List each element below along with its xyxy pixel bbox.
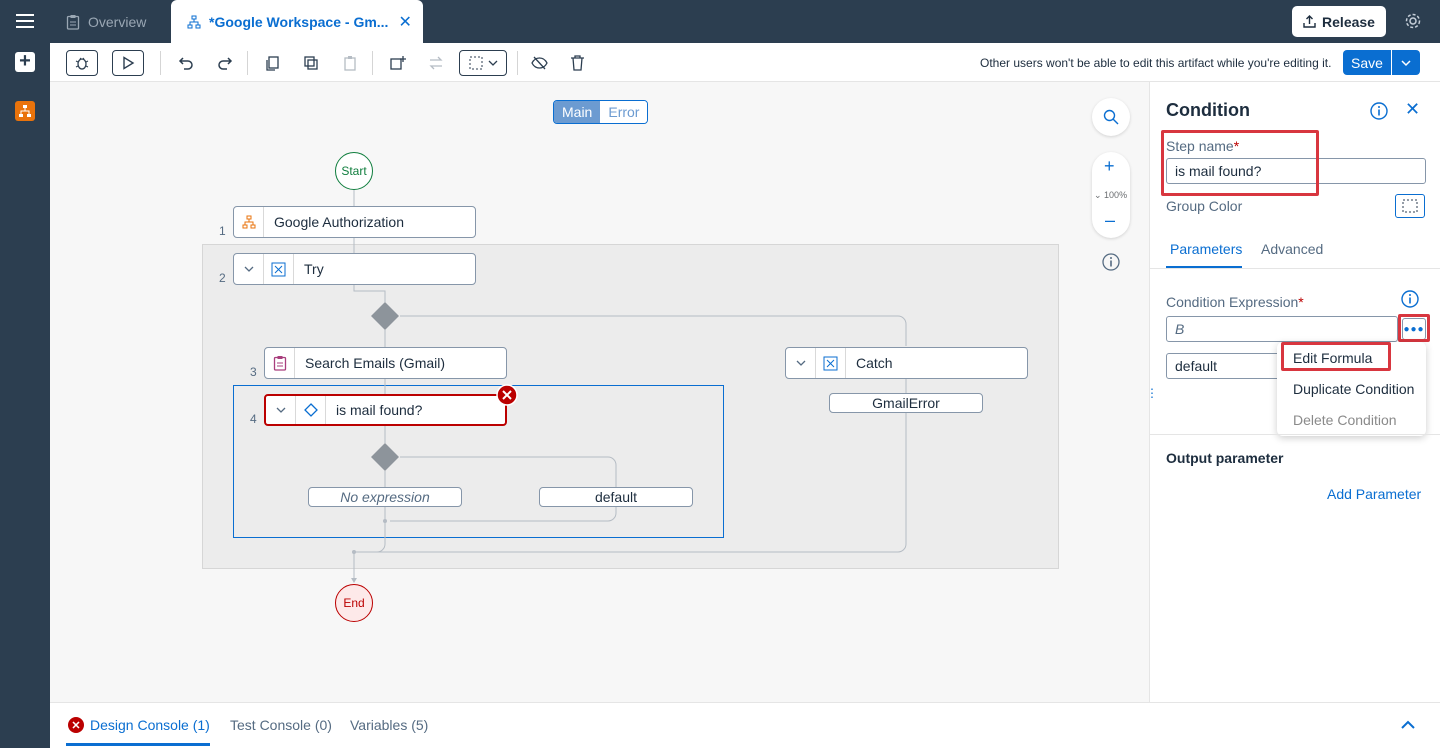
- error-icon[interactable]: [496, 384, 518, 411]
- step-number: 4: [250, 412, 257, 426]
- condition-expression-label: Condition Expression*: [1166, 294, 1304, 310]
- step-google-authorization[interactable]: Google Authorization: [233, 206, 476, 238]
- step-is-mail-found[interactable]: is mail found?: [264, 394, 507, 426]
- info-icon[interactable]: [1370, 102, 1388, 125]
- step-catch[interactable]: Catch: [785, 347, 1028, 379]
- error-icon: ✕: [68, 717, 84, 733]
- highlight-box: [1398, 314, 1430, 342]
- color-swatch-icon: [1402, 199, 1418, 213]
- search-icon: [1103, 109, 1119, 125]
- step-search-emails[interactable]: Search Emails (Gmail): [264, 347, 507, 379]
- condition-diamond-icon: [296, 396, 326, 424]
- tab-advanced[interactable]: Advanced: [1261, 241, 1323, 257]
- flow-step-icon: [234, 207, 264, 237]
- chevron-down-icon[interactable]: [266, 396, 296, 424]
- info-icon[interactable]: [1401, 290, 1419, 313]
- menu-delete-condition: Delete Condition: [1293, 412, 1397, 428]
- panel-title: Condition: [1166, 100, 1250, 120]
- tab-design-console[interactable]: ✕ Design Console (1): [68, 717, 210, 733]
- zoom-level[interactable]: ⌄ 100%: [1094, 190, 1127, 201]
- canvas-search-button[interactable]: [1092, 98, 1130, 136]
- tab-test-console[interactable]: Test Console (0): [230, 717, 332, 733]
- branch-no-expression[interactable]: No expression: [308, 487, 462, 507]
- branch-gmail-error[interactable]: GmailError: [829, 393, 983, 413]
- output-parameter-title: Output parameter: [1166, 450, 1284, 466]
- zoom-control: + ⌄ 100% –: [1092, 152, 1130, 238]
- group-color-label: Group Color: [1166, 198, 1243, 214]
- highlight-box: [1161, 130, 1319, 196]
- try-catch-icon: [816, 348, 846, 378]
- end-event[interactable]: End: [335, 584, 373, 622]
- add-parameter-link[interactable]: Add Parameter: [1327, 486, 1421, 502]
- step-try[interactable]: Try: [233, 253, 476, 285]
- default-branch-input[interactable]: default: [1166, 353, 1286, 379]
- step-number: 3: [250, 365, 257, 379]
- menu-duplicate-condition[interactable]: Duplicate Condition: [1293, 381, 1414, 397]
- condition-expression-input[interactable]: B: [1166, 316, 1398, 342]
- panel-resize-handle[interactable]: ⋮: [1146, 386, 1158, 400]
- start-event[interactable]: Start: [335, 152, 373, 190]
- step-number: 1: [219, 224, 226, 238]
- info-icon[interactable]: [1102, 253, 1120, 276]
- tab-parameters[interactable]: Parameters: [1170, 241, 1242, 257]
- properties-panel: Condition ✕ Step name* is mail found? Gr…: [1149, 82, 1440, 702]
- clipboard-icon: [265, 348, 295, 378]
- group-color-picker[interactable]: [1395, 194, 1425, 218]
- chevron-down-icon[interactable]: [786, 348, 816, 378]
- console-bar: ✕ Design Console (1) Test Console (0) Va…: [50, 702, 1440, 748]
- chevron-up-icon[interactable]: [1400, 717, 1416, 738]
- chevron-down-icon[interactable]: [234, 254, 264, 284]
- tab-variables[interactable]: Variables (5): [350, 717, 428, 733]
- zoom-in-icon[interactable]: +: [1104, 156, 1115, 177]
- highlight-box: [1281, 342, 1391, 371]
- step-number: 2: [219, 271, 226, 285]
- branch-default[interactable]: default: [539, 487, 693, 507]
- zoom-out-icon[interactable]: –: [1105, 210, 1115, 231]
- close-icon[interactable]: ✕: [1405, 99, 1420, 120]
- try-catch-icon: [264, 254, 294, 284]
